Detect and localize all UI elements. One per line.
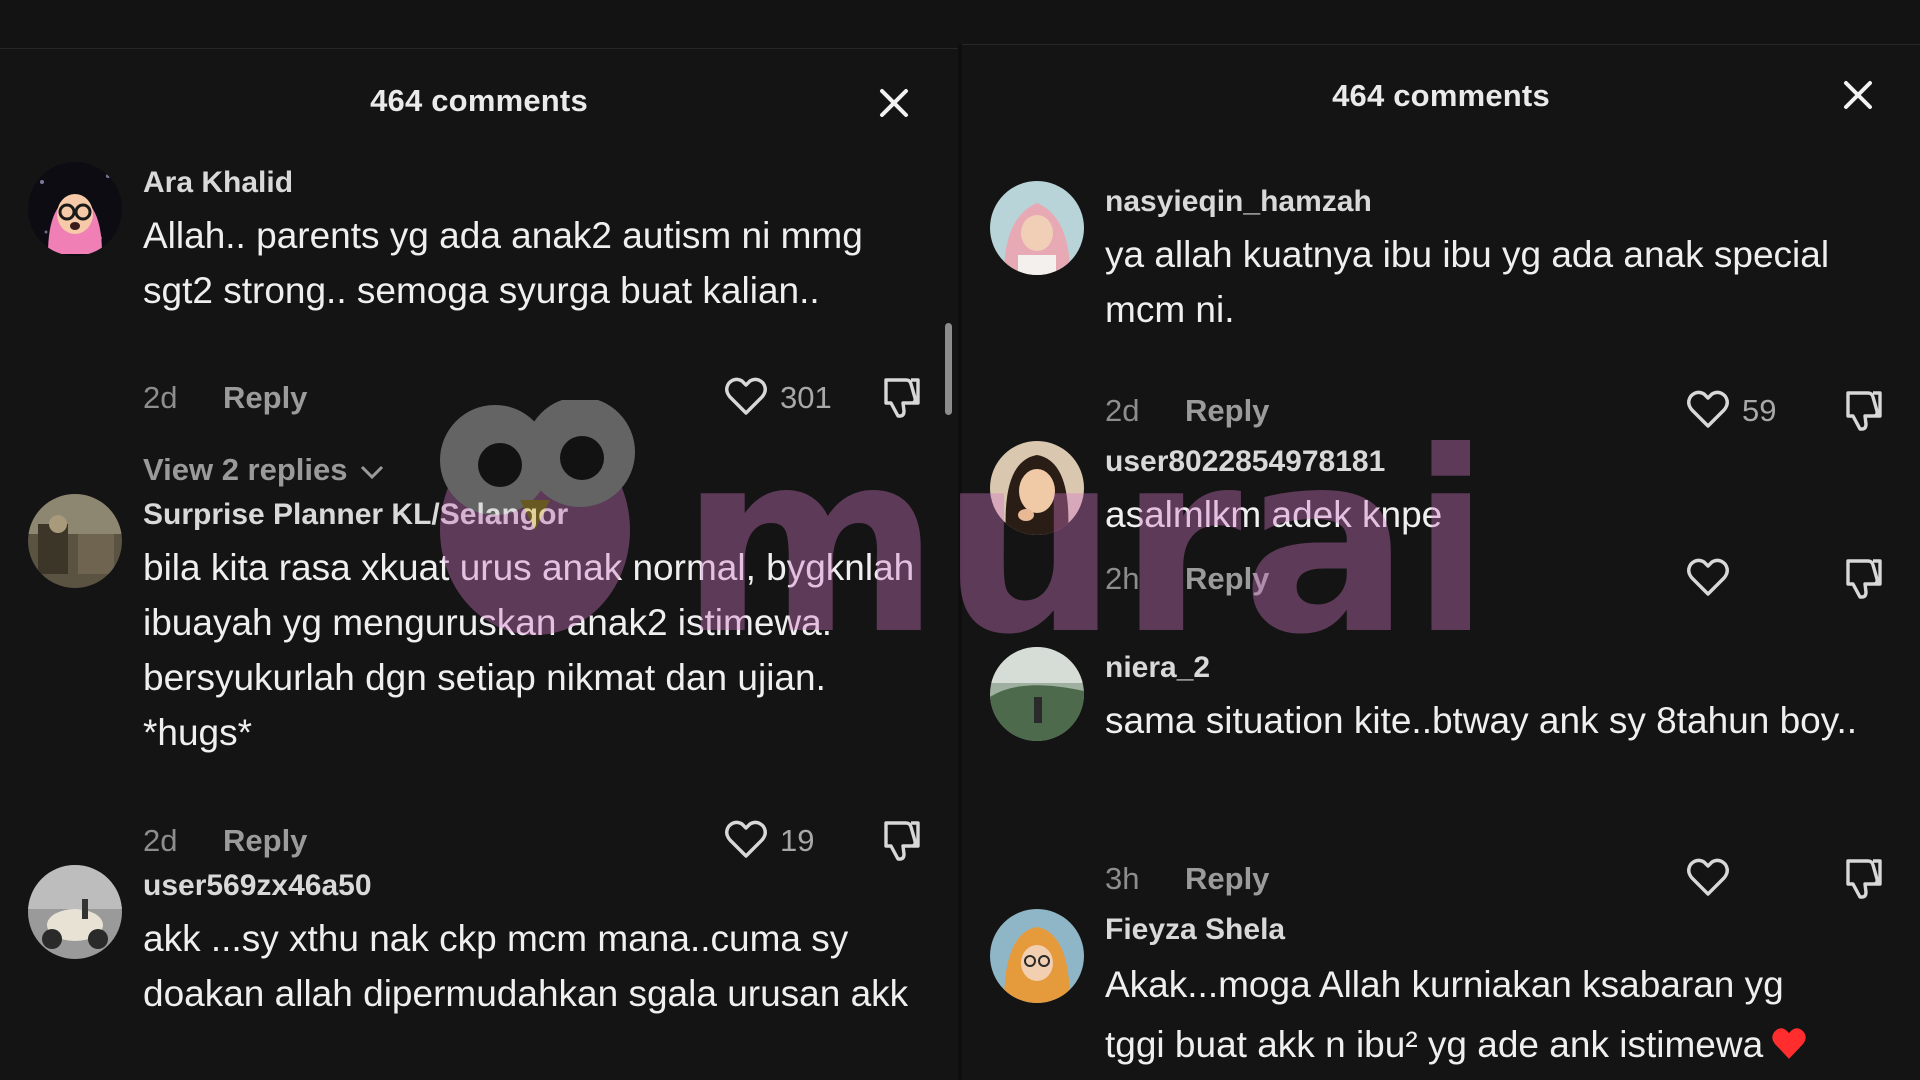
reply-button[interactable]: Reply xyxy=(1185,861,1269,897)
avatar[interactable] xyxy=(990,909,1084,1003)
top-status-area xyxy=(0,0,1920,48)
like-count: 301 xyxy=(780,380,832,415)
red-heart-emoji xyxy=(1763,1015,1811,1075)
scrollbar[interactable] xyxy=(945,323,952,415)
screenshot-collage: 464 comments Ara Khalid Allah.. parents xyxy=(0,0,1920,1080)
close-icon[interactable] xyxy=(870,79,918,127)
comment-text: ya allah kuatnya ibu ibu yg ada anak spe… xyxy=(1105,234,1830,330)
comments-panel-right: 464 comments nasyieqin_hamzah ya allah k… xyxy=(962,44,1920,1080)
like-count: 59 xyxy=(1742,393,1777,428)
reply-button[interactable]: Reply xyxy=(1185,393,1269,429)
comment-text-line: tggi buat akk n ibu² yg ade ank istimewa xyxy=(1105,1015,1895,1075)
comment-username[interactable]: user8022854978181 xyxy=(1105,445,1385,479)
heart-outline-icon[interactable] xyxy=(1684,853,1732,906)
comment-text: bila kita rasa xkuat urus anak normal, b… xyxy=(143,547,915,753)
thumbs-down-icon[interactable] xyxy=(1838,385,1886,438)
comment-text: Akak...moga Allah kurniakan ksabaran yg … xyxy=(1105,955,1895,1075)
comment-username[interactable]: Ara Khalid xyxy=(143,166,293,200)
heart-outline-icon[interactable] xyxy=(1684,553,1732,606)
chevron-down-icon xyxy=(358,454,386,490)
comment-username[interactable]: Surprise Planner KL/Selangor xyxy=(143,498,568,532)
heart-outline-icon[interactable] xyxy=(1684,385,1732,438)
comment-time: 2d xyxy=(143,823,178,858)
comment-text-line: Akak...moga Allah kurniakan ksabaran yg xyxy=(1105,964,1784,1005)
avatar[interactable] xyxy=(28,865,122,959)
comment-time: 3h xyxy=(1105,861,1140,896)
avatar[interactable] xyxy=(990,441,1084,535)
thumbs-down-icon[interactable] xyxy=(876,815,924,868)
close-icon[interactable] xyxy=(1834,71,1882,119)
avatar[interactable] xyxy=(990,647,1084,741)
comment-username[interactable]: nasyieqin_hamzah xyxy=(1105,185,1372,219)
comments-count-title: 464 comments xyxy=(370,83,588,118)
view-replies-label: View 2 replies xyxy=(143,452,348,487)
comment-username[interactable]: niera_2 xyxy=(1105,651,1210,685)
avatar[interactable] xyxy=(990,181,1084,275)
comment-time: 2d xyxy=(1105,393,1140,428)
comment-text-line-content: tggi buat akk n ibu² yg ade ank istimewa xyxy=(1105,1024,1764,1065)
view-replies-button[interactable]: View 2 replies xyxy=(143,452,386,490)
comment-text: sama situation kite..btway ank sy 8tahun… xyxy=(1105,700,1858,741)
reply-button[interactable]: Reply xyxy=(223,380,307,416)
reply-button[interactable]: Reply xyxy=(223,823,307,859)
like-count: 19 xyxy=(780,823,815,858)
avatar[interactable] xyxy=(28,494,122,588)
comment-text: akk ...sy xthu nak ckp mcm mana..cuma sy… xyxy=(143,918,909,1014)
thumbs-down-icon[interactable] xyxy=(1838,553,1886,606)
heart-outline-icon[interactable] xyxy=(722,815,770,868)
comment-text: asalmlkm adek knpe xyxy=(1105,494,1443,535)
comment-time: 2d xyxy=(143,380,178,415)
comment-text: Allah.. parents yg ada anak2 autism ni m… xyxy=(143,215,863,311)
comment-username[interactable]: Fieyza Shela xyxy=(1105,913,1285,947)
thumbs-down-icon[interactable] xyxy=(1838,853,1886,906)
comment-time: 2h xyxy=(1105,561,1140,596)
heart-outline-icon[interactable] xyxy=(722,372,770,425)
avatar[interactable] xyxy=(28,162,122,256)
reply-button[interactable]: Reply xyxy=(1185,561,1269,597)
comment-username[interactable]: user569zx46a50 xyxy=(143,869,372,903)
thumbs-down-icon[interactable] xyxy=(876,372,924,425)
comments-panel-left: 464 comments Ara Khalid Allah.. parents xyxy=(0,48,958,1080)
comments-count-title: 464 comments xyxy=(1332,78,1550,113)
